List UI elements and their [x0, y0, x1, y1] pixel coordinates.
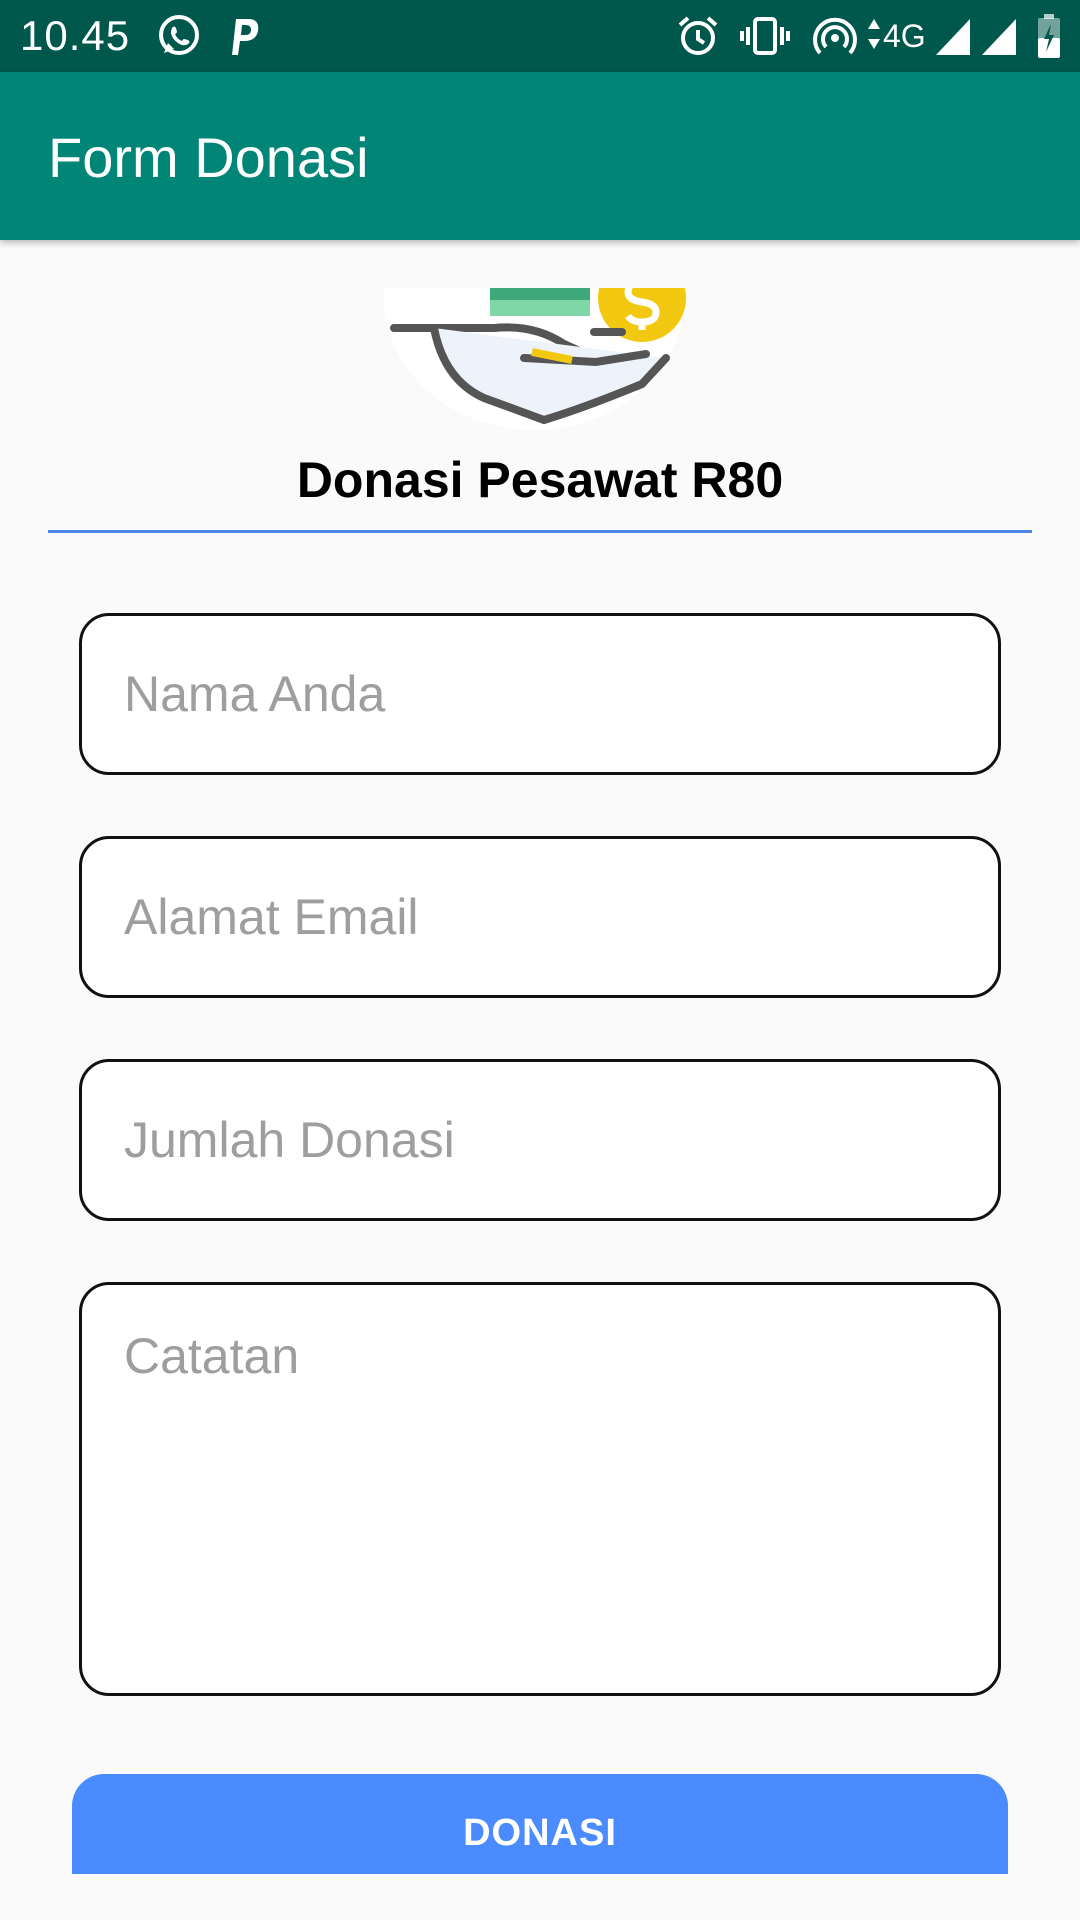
app-bar: Form Donasi: [0, 72, 1080, 240]
alarm-icon: [676, 12, 720, 60]
donate-button[interactable]: DONASI: [72, 1774, 1008, 1874]
name-input[interactable]: [82, 616, 998, 772]
notes-textarea[interactable]: [82, 1285, 998, 1693]
status-bar: 10.45 4G: [0, 0, 1080, 72]
app-title: Form Donasi: [48, 126, 369, 189]
notes-field: [79, 1282, 1001, 1696]
whatsapp-icon: [156, 12, 202, 60]
email-field: [79, 836, 1001, 998]
status-time: 10.45: [20, 12, 131, 59]
heading-divider: [48, 530, 1032, 533]
signal-icon: [980, 12, 1018, 60]
donation-amount-input[interactable]: [82, 1062, 998, 1218]
donation-hand-illustration: [384, 288, 696, 432]
data-arrows-icon: [866, 12, 882, 60]
p-app-icon: [226, 12, 262, 60]
hotspot-icon: [812, 12, 858, 60]
battery-charging-icon: [1036, 12, 1062, 60]
name-field: [79, 613, 1001, 775]
donation-heading: Donasi Pesawat R80: [296, 452, 784, 508]
vibrate-icon: [740, 12, 790, 60]
network-type-label: 4G: [883, 18, 926, 54]
amount-field: [79, 1059, 1001, 1221]
signal-icon: [934, 12, 972, 60]
email-input[interactable]: [82, 839, 998, 995]
